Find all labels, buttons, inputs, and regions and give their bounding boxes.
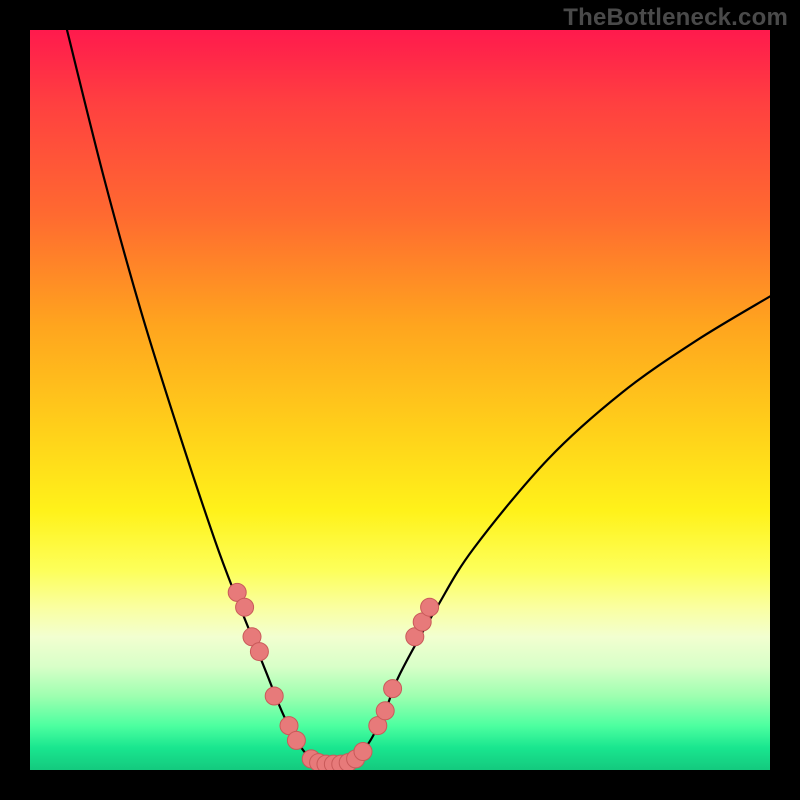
chart-frame: TheBottleneck.com — [0, 0, 800, 800]
sample-dot — [310, 754, 328, 770]
sample-dot — [347, 750, 365, 768]
bottleneck-curve — [67, 30, 770, 767]
sample-dot — [317, 755, 335, 770]
plot-area — [30, 30, 770, 770]
sample-dot — [354, 743, 372, 761]
sample-dot — [287, 731, 305, 749]
sample-dot — [324, 755, 342, 770]
sample-dot — [302, 750, 320, 768]
sample-dot — [243, 628, 261, 646]
sample-dot — [332, 755, 350, 770]
sample-dots — [228, 583, 438, 770]
sample-dot — [250, 643, 268, 661]
watermark-text: TheBottleneck.com — [563, 4, 788, 32]
sample-dot — [280, 717, 298, 735]
sample-dot — [384, 680, 402, 698]
sample-dot — [236, 598, 254, 616]
sample-dot — [228, 583, 246, 601]
sample-dot — [376, 702, 394, 720]
sample-dot — [406, 628, 424, 646]
sample-dot — [369, 717, 387, 735]
curve-layer — [30, 30, 770, 770]
sample-dot — [339, 754, 357, 770]
sample-dot — [421, 598, 439, 616]
sample-dot — [265, 687, 283, 705]
sample-dot — [413, 613, 431, 631]
